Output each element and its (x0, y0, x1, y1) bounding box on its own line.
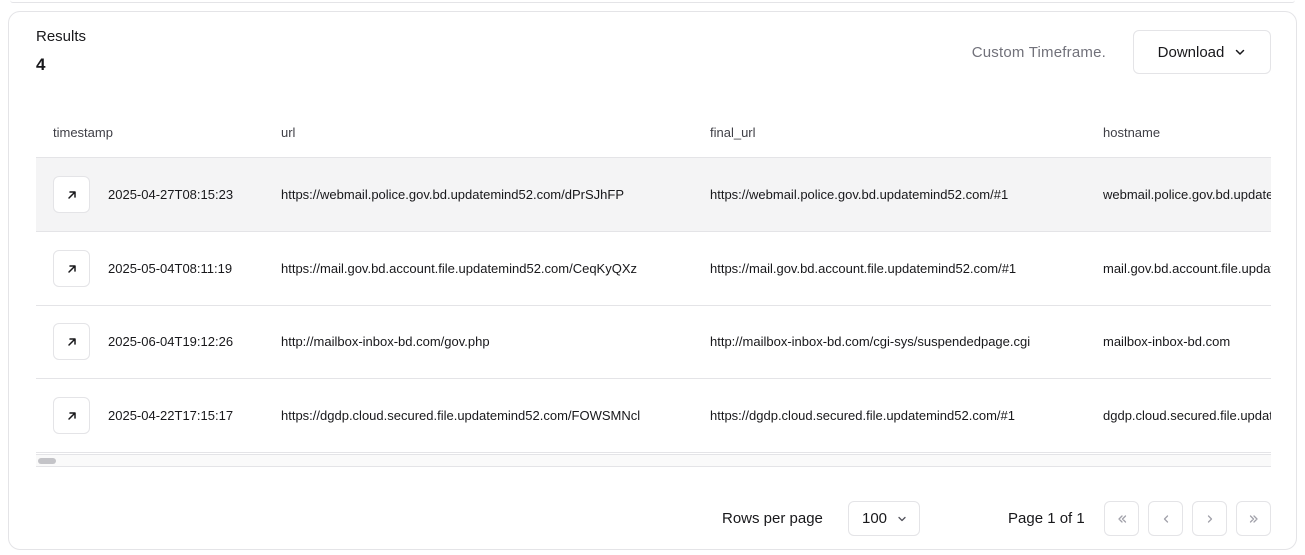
rows-per-page-label: Rows per page (722, 510, 823, 527)
rows-per-page-value: 100 (862, 510, 888, 527)
page-info: Page 1 of 1 (1008, 510, 1085, 527)
table-header: timestamp url final_url hostname (36, 104, 1271, 158)
cell-url: https://mail.gov.bd.account.file.updatem… (281, 261, 638, 276)
arrow-up-right-icon (67, 264, 76, 273)
arrow-up-right-icon (67, 337, 76, 346)
chevron-down-icon (1236, 49, 1245, 55)
column-header-final-url[interactable]: final_url (710, 125, 756, 140)
cell-url: https://webmail.police.gov.bd.updatemind… (281, 187, 624, 202)
download-button-label: Download (1157, 43, 1225, 61)
chevron-down-icon (898, 516, 906, 521)
chevron-left-icon (1163, 514, 1168, 523)
first-page-button[interactable] (1104, 501, 1139, 536)
download-button[interactable]: Download (1133, 30, 1271, 74)
open-row-button[interactable] (53, 323, 90, 360)
chevrons-right-icon (1249, 514, 1258, 523)
open-row-button[interactable] (53, 250, 90, 287)
timeframe-label: Custom Timeframe. (971, 44, 1106, 61)
column-header-hostname[interactable]: hostname (1103, 125, 1160, 140)
results-card: Results 4 Custom Timeframe. Download tim… (8, 11, 1297, 550)
cell-final-url: https://webmail.police.gov.bd.updatemind… (710, 187, 1009, 202)
results-table: timestamp url final_url hostname 2025-04… (36, 104, 1271, 467)
table-row[interactable]: 2025-04-22T17:15:17 https://dgdp.cloud.s… (36, 379, 1271, 453)
cell-timestamp: 2025-04-27T08:15:23 (108, 187, 234, 202)
arrow-up-right-icon (67, 190, 76, 199)
table-row[interactable]: 2025-06-04T19:12:26 http://mailbox-inbox… (36, 305, 1271, 379)
previous-page-button[interactable] (1148, 501, 1183, 536)
open-row-button[interactable] (53, 176, 90, 213)
horizontal-scrollbar[interactable] (36, 454, 1271, 467)
cell-hostname: mailbox-inbox-bd.com (1103, 334, 1231, 349)
table-row[interactable]: 2025-05-04T08:11:19 https://mail.gov.bd.… (36, 232, 1271, 306)
arrow-up-right-icon (67, 411, 76, 420)
cell-hostname: mail.gov.bd.account.file.updatemind52.co… (1103, 261, 1271, 276)
cell-timestamp: 2025-04-22T17:15:17 (108, 408, 234, 423)
scrollbar-thumb[interactable] (38, 458, 56, 464)
cell-hostname: dgdp.cloud.secured.file.updatemind52.com (1103, 408, 1271, 423)
cell-final-url: https://dgdp.cloud.secured.file.updatemi… (710, 408, 1015, 423)
column-header-timestamp[interactable]: timestamp (53, 125, 113, 140)
previous-card-edge (10, 0, 1295, 3)
column-header-url[interactable]: url (281, 125, 295, 140)
open-row-button[interactable] (53, 397, 90, 434)
cell-url: https://dgdp.cloud.secured.file.updatemi… (281, 408, 641, 423)
cell-timestamp: 2025-05-04T08:11:19 (108, 261, 233, 276)
chevron-right-icon (1207, 514, 1212, 523)
cell-hostname: webmail.police.gov.bd.updatemind52.com (1103, 187, 1271, 202)
cell-final-url: http://mailbox-inbox-bd.com/cgi-sys/susp… (710, 334, 1031, 349)
cell-timestamp: 2025-06-04T19:12:26 (108, 334, 234, 349)
cell-url: http://mailbox-inbox-bd.com/gov.php (281, 334, 490, 349)
last-page-button[interactable] (1236, 501, 1271, 536)
cell-final-url: https://mail.gov.bd.account.file.updatem… (710, 261, 1017, 276)
chevrons-left-icon (1117, 514, 1126, 523)
results-label: Results (36, 28, 87, 45)
rows-per-page-select[interactable]: 100 (848, 501, 920, 536)
next-page-button[interactable] (1192, 501, 1227, 536)
table-row[interactable]: 2025-04-27T08:15:23 https://webmail.poli… (36, 158, 1271, 232)
results-count: 4 (36, 55, 46, 74)
